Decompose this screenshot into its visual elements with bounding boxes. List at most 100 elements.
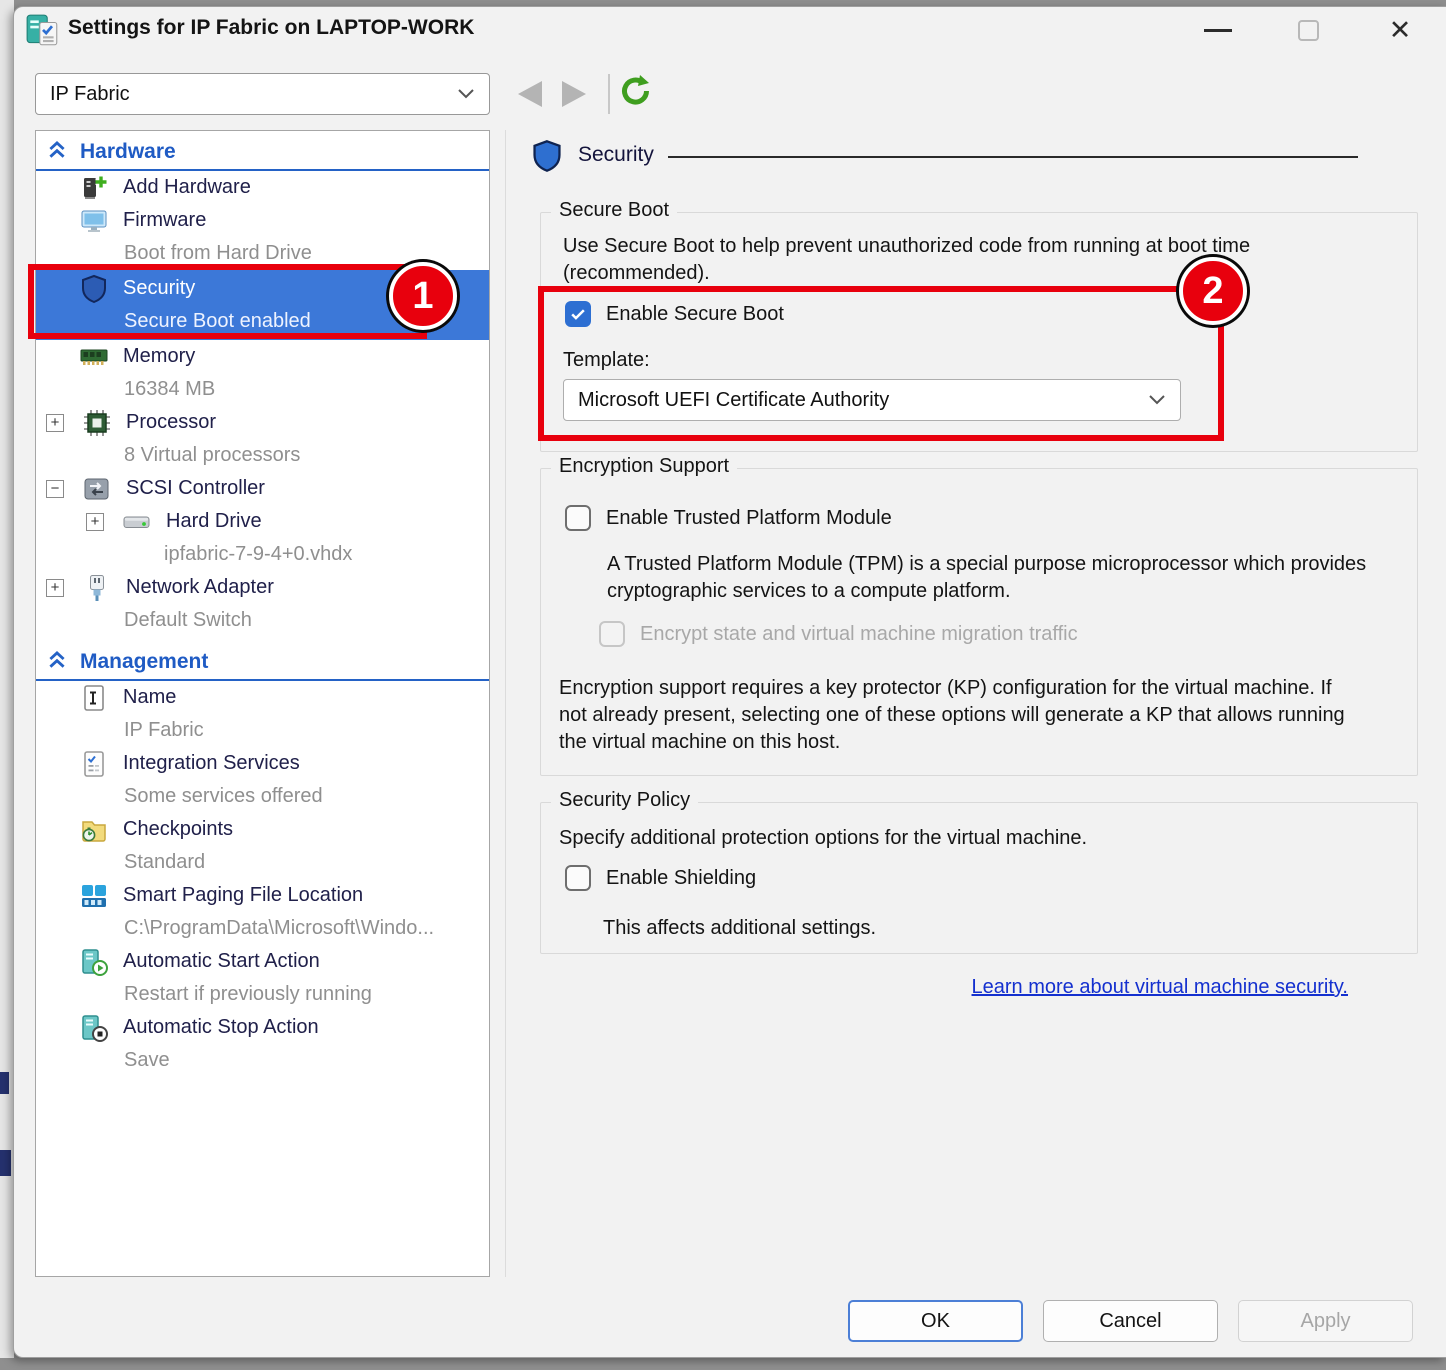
background-text-fragment <box>0 1072 9 1094</box>
sidebar-item-automatic-stop-action[interactable]: Automatic Stop Action <box>36 1011 489 1044</box>
scsi-controller-icon <box>81 476 113 502</box>
section-label: Hardware <box>80 140 176 164</box>
sidebar-item-checkpoints[interactable]: Checkpoints <box>36 813 489 846</box>
navigate-back-button[interactable] <box>518 81 542 107</box>
item-label: Automatic Stop Action <box>123 1016 319 1039</box>
enable-shielding-row: Enable Shielding <box>565 865 756 891</box>
annotation-rect-2 <box>538 286 1224 441</box>
sidebar-item-add-hardware[interactable]: Add Hardware <box>36 171 489 204</box>
enable-shielding-checkbox[interactable] <box>565 865 591 891</box>
hard-drive-icon <box>121 513 153 531</box>
panel-divider <box>505 130 506 1277</box>
section-label: Management <box>80 650 208 674</box>
sidebar-sub-checkpoints: Standard <box>36 846 489 879</box>
refresh-icon <box>616 72 652 108</box>
minimize-icon <box>1204 29 1232 32</box>
security-policy-description: Specify additional protection options fo… <box>559 825 1339 852</box>
item-label: Hard Drive <box>166 510 262 533</box>
collapse-toggle[interactable]: − <box>46 480 64 498</box>
cancel-button[interactable]: Cancel <box>1043 1300 1218 1342</box>
item-label: Network Adapter <box>126 576 274 599</box>
enable-shielding-label: Enable Shielding <box>606 867 756 890</box>
desktop-background-strip <box>0 0 14 1358</box>
security-shield-header-icon <box>531 139 563 178</box>
sidebar-section-management[interactable]: Management <box>36 641 489 681</box>
enable-tpm-label: Enable Trusted Platform Module <box>606 507 892 530</box>
security-policy-group: Security Policy Specify additional prote… <box>540 802 1418 954</box>
add-hardware-icon <box>78 174 110 202</box>
memory-icon <box>78 345 110 369</box>
expand-toggle[interactable]: + <box>86 513 104 531</box>
ok-button[interactable]: OK <box>848 1300 1023 1342</box>
sidebar-item-smart-paging[interactable]: Smart Paging File Location <box>36 879 489 912</box>
sidebar-sub-integration-services: Some services offered <box>36 780 489 813</box>
enable-tpm-row: Enable Trusted Platform Module <box>565 505 892 531</box>
maximize-button[interactable] <box>1280 8 1336 52</box>
encrypt-state-label: Encrypt state and virtual machine migrat… <box>640 623 1078 646</box>
group-title: Security Policy <box>551 789 698 812</box>
chevron-down-icon <box>457 83 475 106</box>
annotation-rect-1 <box>28 264 427 339</box>
background-text-fragment <box>0 1150 11 1176</box>
navigate-forward-button[interactable] <box>562 81 586 107</box>
shielding-note: This affects additional settings. <box>603 915 876 942</box>
sidebar-sub-automatic-stop-action: Save <box>36 1044 489 1077</box>
sidebar-item-integration-services[interactable]: Integration Services <box>36 747 489 780</box>
vm-selector-value: IP Fabric <box>50 83 130 106</box>
refresh-button[interactable] <box>616 72 652 113</box>
encryption-support-group: Encryption Support Enable Trusted Platfo… <box>540 468 1418 776</box>
item-label: Memory <box>123 345 195 368</box>
item-label: Processor <box>126 411 216 434</box>
sidebar-item-hard-drive[interactable]: + Hard Drive <box>36 505 489 538</box>
vm-selector-dropdown[interactable]: IP Fabric <box>35 73 490 115</box>
hyperv-settings-icon <box>25 13 61 54</box>
item-label: Name <box>123 686 176 709</box>
sidebar-sub-memory: 16384 MB <box>36 373 489 406</box>
checkpoints-icon <box>78 817 110 843</box>
item-label: SCSI Controller <box>126 477 265 500</box>
annotation-circle-2: 2 <box>1179 257 1247 325</box>
window-title: Settings for IP Fabric on LAPTOP-WORK <box>68 16 474 40</box>
enable-tpm-checkbox[interactable] <box>565 505 591 531</box>
sidebar-item-scsi-controller[interactable]: − SCSI Controller <box>36 472 489 505</box>
encrypt-state-row: Encrypt state and virtual machine migrat… <box>599 621 1078 647</box>
sidebar-sub-hard-drive: ipfabric-7-9-4+0.vhdx <box>36 538 489 571</box>
minimize-button[interactable] <box>1190 8 1246 52</box>
maximize-icon <box>1298 20 1319 41</box>
item-label: Checkpoints <box>123 818 233 841</box>
learn-more-link[interactable]: Learn more about virtual machine securit… <box>540 976 1348 999</box>
item-label: Firmware <box>123 209 206 232</box>
group-title: Encryption Support <box>551 455 737 478</box>
sidebar-sub-network-adapter: Default Switch <box>36 604 489 637</box>
close-button[interactable]: ✕ <box>1372 8 1428 52</box>
network-adapter-icon <box>81 573 113 603</box>
item-label: Automatic Start Action <box>123 950 320 973</box>
sidebar-sub-name: IP Fabric <box>36 714 489 747</box>
name-icon <box>78 684 110 712</box>
collapse-chevron-icon <box>46 138 68 166</box>
encrypt-state-checkbox <box>599 621 625 647</box>
sidebar-item-network-adapter[interactable]: + Network Adapter <box>36 571 489 604</box>
sidebar-sub-processor: 8 Virtual processors <box>36 439 489 472</box>
expand-toggle[interactable]: + <box>46 579 64 597</box>
close-icon: ✕ <box>1389 17 1412 44</box>
sidebar-section-hardware[interactable]: Hardware <box>36 131 489 171</box>
sidebar-item-automatic-start-action[interactable]: Automatic Start Action <box>36 945 489 978</box>
group-title: Secure Boot <box>551 199 677 222</box>
firmware-icon <box>78 208 110 234</box>
panel-title: Security <box>578 143 654 167</box>
sidebar-sub-smart-paging: C:\ProgramData\Microsoft\Windo... <box>36 912 489 945</box>
smart-paging-icon <box>78 882 110 910</box>
panel-title-rule <box>668 156 1358 158</box>
item-label: Integration Services <box>123 752 300 775</box>
expand-toggle[interactable]: + <box>46 414 64 432</box>
toolbar-divider <box>608 74 610 114</box>
sidebar-item-firmware[interactable]: Firmware <box>36 204 489 237</box>
integration-services-icon <box>78 750 110 778</box>
apply-button: Apply <box>1238 1300 1413 1342</box>
sidebar-item-name[interactable]: Name <box>36 681 489 714</box>
item-label: Add Hardware <box>123 176 251 199</box>
sidebar-item-memory[interactable]: Memory <box>36 340 489 373</box>
sidebar-item-processor[interactable]: + Processor <box>36 406 489 439</box>
sidebar-sub-automatic-start-action: Restart if previously running <box>36 978 489 1011</box>
